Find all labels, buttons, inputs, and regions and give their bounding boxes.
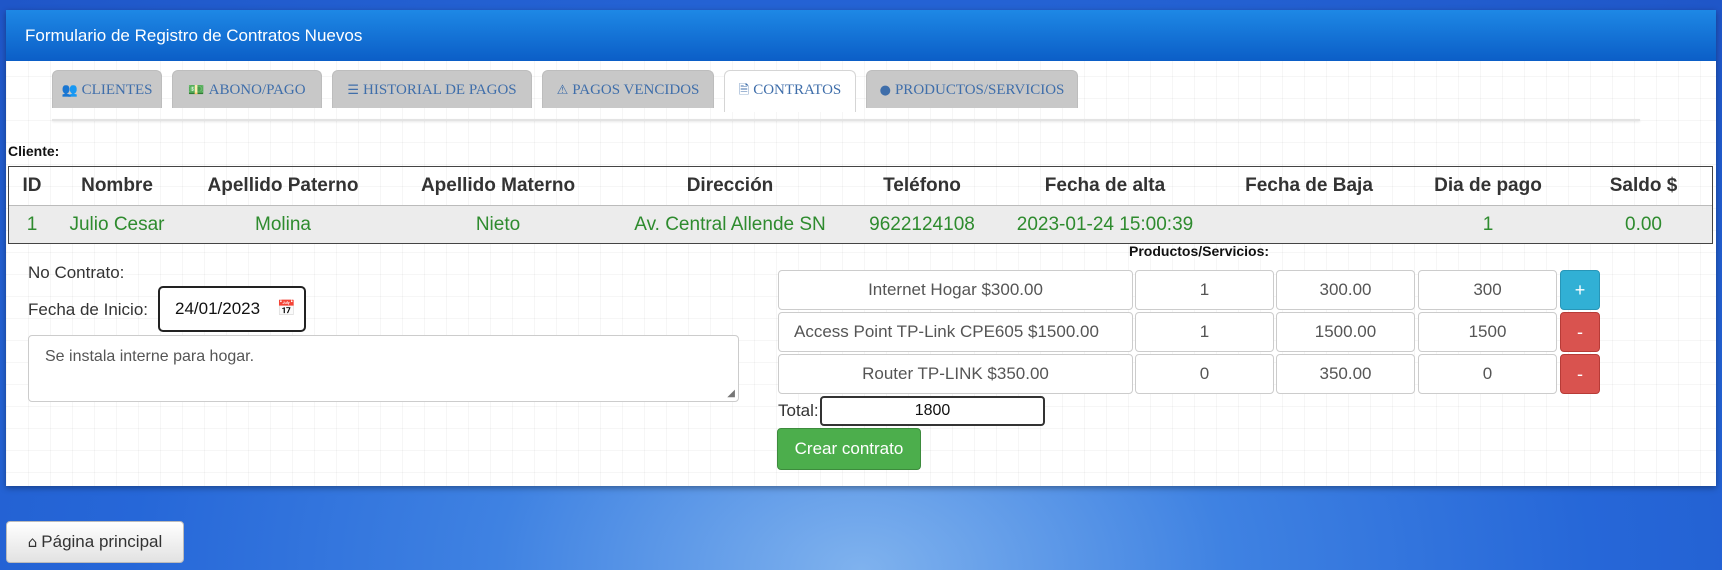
cell-dia-pago: 1: [1401, 205, 1575, 244]
col-apellido-paterno: Apellido Paterno: [179, 166, 387, 206]
col-apellido-materno: Apellido Materno: [387, 166, 609, 206]
remove-product-button[interactable]: -: [1560, 312, 1600, 352]
tab-divider: [52, 119, 1640, 121]
col-dia-pago: Dia de pago: [1401, 166, 1575, 206]
product-price-field[interactable]: 1500.00: [1276, 312, 1415, 352]
col-nombre: Nombre: [55, 166, 179, 206]
product-price-field[interactable]: 350.00: [1276, 354, 1415, 394]
cell-telefono: 9622124108: [851, 205, 993, 244]
tab-label: PRODUCTOS/SERVICIOS: [894, 82, 1065, 98]
total-field[interactable]: 1800: [820, 396, 1045, 426]
cell-apellido-materno: Nieto: [387, 205, 609, 244]
tab-abono-pago[interactable]: 💵 ABONO/PAGO: [172, 70, 322, 108]
productos-title: Productos/Servicios:: [1129, 243, 1270, 259]
tab-label: CONTRATOS: [753, 82, 842, 98]
product-qty-field[interactable]: 1: [1135, 312, 1274, 352]
no-contrato-label: No Contrato:: [28, 263, 125, 282]
table-header-row: ID Nombre Apellido Paterno Apellido Mate…: [8, 166, 1713, 206]
resize-handle-icon[interactable]: ◢: [727, 388, 735, 399]
tab-label: PAGOS VENCIDOS: [572, 82, 700, 98]
users-icon: 👥: [61, 83, 78, 98]
product-name-field[interactable]: Router TP-LINK $350.00: [778, 354, 1133, 394]
cell-nombre: Julio Cesar: [55, 205, 179, 244]
product-qty-field[interactable]: 0: [1135, 354, 1274, 394]
total-label: Total:: [778, 401, 819, 420]
product-subtotal-field[interactable]: 0: [1418, 354, 1557, 394]
cell-saldo: 0.00: [1575, 205, 1713, 244]
apple-icon: ●: [879, 83, 891, 98]
cell-id: 1: [8, 205, 55, 244]
cell-fecha-baja: [1217, 205, 1401, 244]
calendar-icon[interactable]: 📅: [277, 288, 296, 330]
home-button-label: Página principal: [41, 532, 163, 551]
client-table: ID Nombre Apellido Paterno Apellido Mate…: [8, 166, 1713, 244]
document-icon: 🗎: [738, 83, 750, 98]
product-price-field[interactable]: 300.00: [1276, 270, 1415, 310]
warning-icon: ⚠: [556, 83, 569, 98]
cell-fecha-alta: 2023-01-24 15:00:39: [993, 205, 1217, 244]
col-direccion: Dirección: [609, 166, 851, 206]
remove-product-button[interactable]: -: [1560, 354, 1600, 394]
product-subtotal-field[interactable]: 1500: [1418, 312, 1557, 352]
fecha-inicio-label: Fecha de Inicio:: [28, 300, 149, 319]
table-row[interactable]: 1 Julio Cesar Molina Nieto Av. Central A…: [8, 205, 1713, 244]
cell-apellido-paterno: Molina: [179, 205, 387, 244]
tab-label: ABONO/PAGO: [208, 82, 306, 98]
add-product-button[interactable]: +: [1560, 270, 1600, 310]
tab-label: CLIENTES: [81, 82, 153, 98]
fecha-inicio-input[interactable]: 24/01/2023 📅: [158, 286, 306, 332]
col-telefono: Teléfono: [851, 166, 993, 206]
home-icon: ⌂: [27, 533, 38, 551]
tab-pagos-vencidos[interactable]: ⚠ PAGOS VENCIDOS: [542, 70, 714, 108]
fecha-inicio-value: 24/01/2023: [175, 299, 261, 318]
col-fecha-alta: Fecha de alta: [993, 166, 1217, 206]
col-id: ID: [8, 166, 55, 206]
product-name-field[interactable]: Internet Hogar $300.00: [778, 270, 1133, 310]
panel-title: Formulario de Registro de Contratos Nuev…: [6, 10, 1716, 61]
tab-historial-pagos[interactable]: ☰ HISTORIAL DE PAGOS: [332, 70, 532, 108]
cliente-label: Cliente:: [8, 143, 60, 159]
money-icon: 💵: [188, 83, 205, 98]
product-qty-field[interactable]: 1: [1135, 270, 1274, 310]
col-fecha-baja: Fecha de Baja: [1217, 166, 1401, 206]
list-icon: ☰: [347, 83, 359, 98]
product-subtotal-field[interactable]: 300: [1418, 270, 1557, 310]
create-contract-button[interactable]: Crear contrato: [777, 428, 921, 470]
cell-direccion: Av. Central Allende SN: [609, 205, 851, 244]
notes-value: Se instala interne para hogar.: [45, 348, 255, 365]
tab-contratos[interactable]: 🗎 CONTRATOS: [724, 70, 856, 112]
product-name-field[interactable]: Access Point TP-Link CPE605 $1500.00: [778, 312, 1133, 352]
tab-productos-servicios[interactable]: ● PRODUCTOS/SERVICIOS: [866, 70, 1078, 108]
tab-clientes[interactable]: 👥 CLIENTES: [52, 70, 162, 108]
notes-textarea[interactable]: Se instala interne para hogar. ◢: [28, 335, 739, 402]
col-saldo: Saldo $: [1575, 166, 1713, 206]
tab-label: HISTORIAL DE PAGOS: [363, 82, 517, 98]
home-button[interactable]: ⌂ Página principal: [6, 521, 184, 563]
